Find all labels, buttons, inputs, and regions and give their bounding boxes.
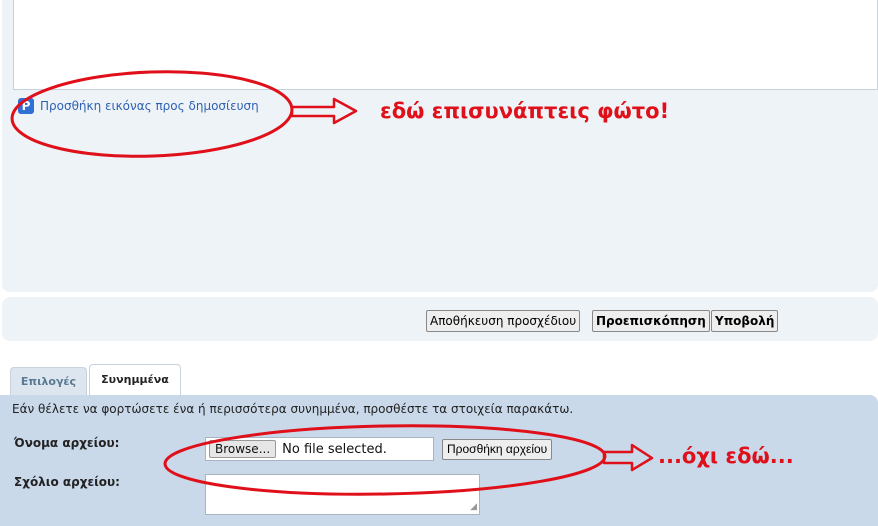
file-comment-label: Σχόλιο αρχείου: xyxy=(14,475,120,489)
annotation-attach-here: εδώ επισυνάπτεις φώτο! xyxy=(380,99,670,123)
annotation-not-here: ...όχι εδώ... xyxy=(658,444,794,468)
attachments-help-text: Εάν θέλετε να φορτώσετε ένα ή περισσότερ… xyxy=(12,402,574,416)
tab-attachments[interactable]: Συνημμένα xyxy=(89,364,181,395)
resize-grip-icon[interactable]: ◢ xyxy=(470,503,477,512)
photo-upload-icon[interactable]: P xyxy=(18,98,34,114)
add-photo-row[interactable]: P Προσθήκη εικόνας προς δημοσίευση xyxy=(18,96,259,116)
submit-button[interactable]: Υποβολή xyxy=(711,310,779,332)
add-photo-link[interactable]: Προσθήκη εικόνας προς δημοσίευση xyxy=(40,99,259,113)
add-file-button[interactable]: Προσθήκη αρχείου xyxy=(442,439,553,460)
file-input[interactable]: Browse... No file selected. xyxy=(205,437,434,461)
save-draft-button[interactable]: Αποθήκευση προσχέδιου xyxy=(426,310,581,332)
preview-button[interactable]: Προεπισκόπηση xyxy=(592,310,710,332)
file-comment-textarea[interactable]: ◢ xyxy=(205,474,480,515)
browse-button[interactable]: Browse... xyxy=(209,440,277,458)
tab-options[interactable]: Επιλογές xyxy=(10,367,87,395)
filename-label: Όνομα αρχείου: xyxy=(14,436,120,450)
message-editor-textarea[interactable] xyxy=(13,0,878,90)
file-status-text: No file selected. xyxy=(282,441,387,457)
